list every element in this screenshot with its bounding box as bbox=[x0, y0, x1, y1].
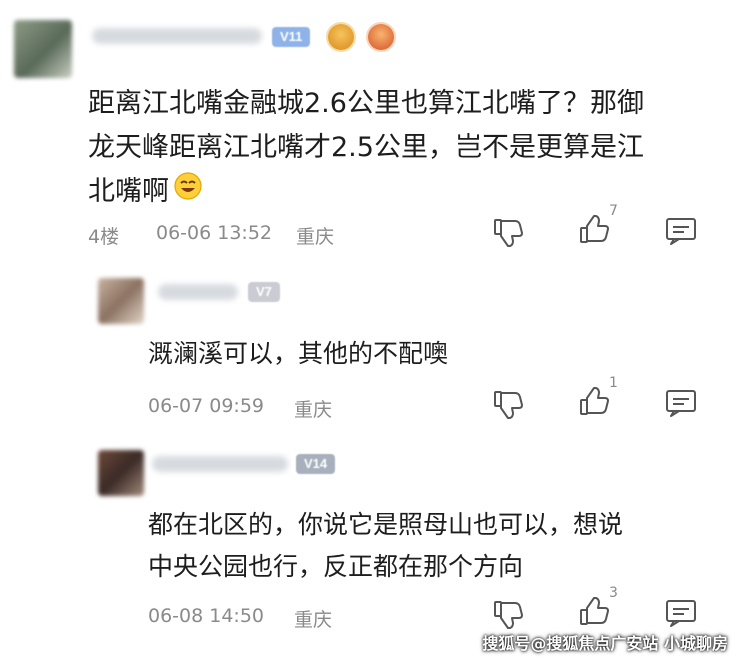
watermark: 搜狐号@搜狐焦点广安站 小城聊房 bbox=[482, 630, 728, 654]
dislike-button[interactable] bbox=[492, 386, 526, 420]
reply-avatar[interactable] bbox=[98, 450, 144, 496]
level-badge: V14 bbox=[296, 454, 336, 474]
reply-username[interactable] bbox=[158, 284, 238, 300]
comment-icon bbox=[666, 390, 696, 417]
reply-datetime: 06-07 09:59 bbox=[148, 395, 265, 417]
dislike-button[interactable] bbox=[492, 214, 526, 248]
comment-datetime: 06-06 13:52 bbox=[156, 222, 273, 244]
reply-datetime: 06-08 14:50 bbox=[148, 605, 265, 627]
level-badge: V7 bbox=[248, 282, 280, 302]
dislike-icon bbox=[494, 219, 523, 247]
dislike-icon bbox=[494, 601, 523, 629]
reply-location: 重庆 bbox=[294, 609, 333, 631]
comment-avatar[interactable] bbox=[14, 20, 72, 78]
like-icon bbox=[580, 387, 609, 415]
dislike-icon bbox=[494, 391, 523, 419]
like-icon bbox=[580, 215, 609, 243]
watermark-text: 搜狐号@搜狐焦点广安站 小城聊房 bbox=[482, 634, 728, 653]
comment-username[interactable] bbox=[92, 28, 262, 44]
comment-text-line: 北嘴啊 bbox=[88, 176, 169, 207]
like-button[interactable] bbox=[578, 386, 612, 420]
reply-username[interactable] bbox=[152, 456, 288, 472]
like-button[interactable] bbox=[578, 214, 612, 248]
comment-text-line: 龙天峰距离江北嘴才2.5公里，岂不是更算是江 bbox=[88, 132, 644, 163]
comment-text-line: 距离江北嘴金融城2.6公里也算江北嘴了？那御 bbox=[88, 88, 644, 119]
comment-text: 距离江北嘴金融城2.6公里也算江北嘴了？那御 龙天峰距离江北嘴才2.5公里，岂不… bbox=[88, 82, 644, 215]
comment-button[interactable] bbox=[664, 214, 698, 248]
dislike-button[interactable] bbox=[492, 596, 526, 630]
like-count: 3 bbox=[609, 585, 618, 601]
comment-button[interactable] bbox=[664, 386, 698, 420]
medal-icon bbox=[328, 24, 354, 50]
like-count: 7 bbox=[609, 203, 618, 219]
reply-text-line: 都在北区的，你说它是照母山也可以，想说 bbox=[148, 510, 624, 539]
like-button[interactable] bbox=[578, 596, 612, 630]
reply-location: 重庆 bbox=[294, 399, 333, 421]
reply-avatar[interactable] bbox=[98, 278, 144, 324]
reply-text: 都在北区的，你说它是照母山也可以，想说 中央公园也行，反正都在那个方向 bbox=[148, 504, 623, 588]
medal-icon bbox=[368, 24, 394, 50]
comment-icon bbox=[666, 218, 696, 245]
reply-text-line: 中央公园也行，反正都在那个方向 bbox=[148, 552, 524, 581]
reply-text: 溉澜溪可以，其他的不配噢 bbox=[148, 334, 448, 374]
comment-icon bbox=[666, 600, 696, 627]
smile-emoji-icon bbox=[173, 171, 203, 215]
comment-location: 重庆 bbox=[296, 226, 335, 248]
like-count: 1 bbox=[609, 375, 618, 391]
level-badge: V11 bbox=[272, 27, 311, 47]
reply-text-line: 溉澜溪可以，其他的不配噢 bbox=[148, 339, 449, 368]
floor-number: 4楼 bbox=[88, 226, 120, 248]
comment-button[interactable] bbox=[664, 596, 698, 630]
like-icon bbox=[580, 597, 609, 625]
